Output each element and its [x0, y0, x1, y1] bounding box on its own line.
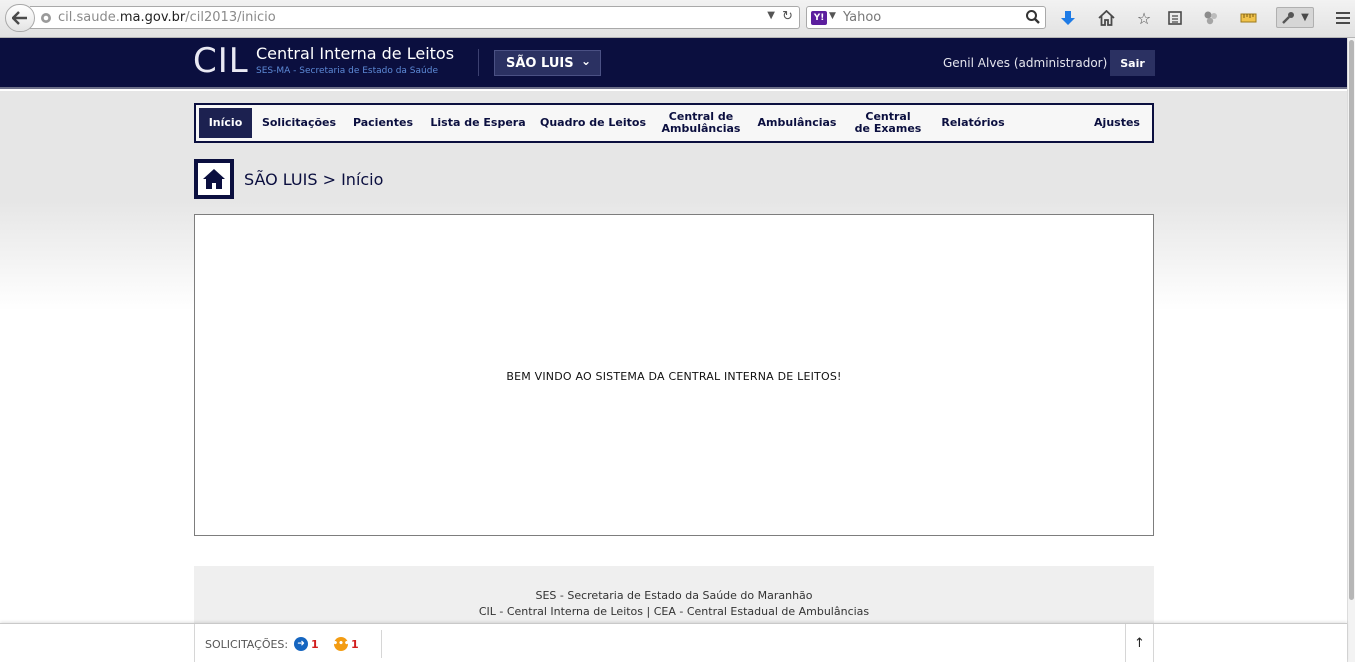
pending-requests-badge[interactable]: ••• 1	[332, 637, 359, 651]
bookmarks-menu-icon[interactable]	[1165, 8, 1185, 28]
nav-item-relatorios[interactable]: Relatórios	[936, 108, 1010, 138]
ruler-icon[interactable]	[1238, 8, 1258, 28]
logout-button[interactable]: Sair	[1110, 50, 1155, 76]
ellipsis-circle-icon: •••	[332, 637, 350, 651]
welcome-message: BEM VINDO AO SISTEMA DA CENTRAL INTERNA …	[506, 370, 842, 383]
engine-dropdown-icon[interactable]: ▼	[829, 11, 836, 21]
globe-icon	[40, 12, 52, 27]
nav-item-central-de-ambulancias[interactable]: Central de Ambulâncias	[658, 108, 744, 138]
nav-item-ajustes[interactable]: Ajustes	[1086, 108, 1148, 138]
nav-item-line: Ambulâncias	[661, 122, 741, 135]
logo[interactable]: CIL	[193, 41, 249, 81]
bar-divider	[381, 630, 382, 658]
wrench-icon	[1282, 11, 1295, 24]
site-header: CIL Central Interna de Leitos SES-MA - S…	[0, 38, 1355, 89]
search-icon[interactable]	[1025, 9, 1041, 28]
nav-item-central-de-exames[interactable]: Central de Exames	[851, 108, 925, 138]
nav-item-quadro-de-leitos[interactable]: Quadro de Leitos	[539, 108, 647, 138]
arrow-up-icon: ↑	[1134, 636, 1145, 651]
url-text: cil.saude.ma.gov.br/cil2013/inicio	[58, 10, 276, 25]
home-icon[interactable]	[1096, 8, 1116, 28]
breadcrumb: SÃO LUIS > Início	[244, 170, 384, 189]
bookmark-star-icon[interactable]: ☆	[1134, 8, 1154, 28]
header-divider	[478, 49, 479, 76]
app-title: Central Interna de Leitos	[256, 44, 455, 63]
nav-item-inicio[interactable]: Início	[199, 108, 252, 138]
addon-icon[interactable]	[1201, 8, 1221, 28]
main-nav: Início Solicitações Pacientes Lista de E…	[194, 103, 1154, 143]
incoming-requests-badge[interactable]: ➜ 1	[294, 637, 319, 651]
reload-icon[interactable]: ↻	[782, 9, 793, 24]
tools-menu-button[interactable]: ▼	[1276, 7, 1314, 28]
scrollbar-thumb[interactable]	[1349, 40, 1354, 600]
footer-line: CIL - Central Interna de Leitos | CEA - …	[478, 605, 870, 618]
browser-toolbar: cil.saude.ma.gov.br/cil2013/inicio ▼ ↻ Y…	[0, 0, 1355, 38]
notification-bar: SOLICITAÇÕES: ➜ 1 ••• 1 ↑	[0, 623, 1347, 662]
url-bar[interactable]: cil.saude.ma.gov.br/cil2013/inicio ▼ ↻	[30, 6, 800, 29]
incoming-requests-count: 1	[311, 637, 319, 651]
footer-line: SES - Secretaria de Estado da Saúde do M…	[535, 589, 813, 602]
nav-item-solicitacoes[interactable]: Solicitações	[258, 108, 340, 138]
solicitacoes-label: SOLICITAÇÕES:	[205, 638, 289, 651]
search-input[interactable]: Yahoo	[843, 10, 881, 25]
home-icon	[203, 169, 225, 189]
main-content: BEM VINDO AO SISTEMA DA CENTRAL INTERNA …	[194, 214, 1154, 536]
chevron-down-icon: ⌄	[580, 54, 591, 68]
yahoo-logo-icon[interactable]: Y!	[811, 11, 827, 25]
nav-item-lista-de-espera[interactable]: Lista de Espera	[428, 108, 528, 138]
footer: SES - Secretaria de Estado da Saúde do M…	[194, 566, 1154, 626]
city-selector-label: SÃO LUIS	[506, 55, 574, 71]
user-name: Genil Alves (administrador)	[943, 56, 1108, 70]
notification-bar-inner: SOLICITAÇÕES: ➜ 1 ••• 1 ↑	[194, 624, 1154, 662]
scroll-top-button[interactable]: ↑	[1125, 624, 1153, 662]
nav-item-ambulancias[interactable]: Ambulâncias	[754, 108, 840, 138]
arrow-right-circle-icon: ➜	[294, 637, 308, 651]
app-subtitle: SES-MA - Secretaria de Estado da Saúde	[256, 66, 438, 76]
city-selector[interactable]: SÃO LUIS ⌄	[494, 50, 601, 76]
chevron-down-icon: ▼	[1301, 12, 1309, 23]
nav-item-line: de Exames	[854, 122, 922, 135]
hamburger-menu-icon[interactable]	[1333, 8, 1353, 28]
home-button[interactable]	[194, 159, 234, 199]
back-button[interactable]	[5, 4, 35, 32]
history-dropdown-icon[interactable]: ▼	[767, 10, 775, 21]
pending-requests-count: 1	[351, 637, 359, 651]
arrow-left-icon	[12, 11, 27, 25]
search-bar[interactable]: Y! ▼ Yahoo	[806, 6, 1046, 29]
home-icon-frame	[198, 163, 230, 195]
download-icon[interactable]	[1058, 8, 1078, 28]
nav-item-pacientes[interactable]: Pacientes	[348, 108, 418, 138]
